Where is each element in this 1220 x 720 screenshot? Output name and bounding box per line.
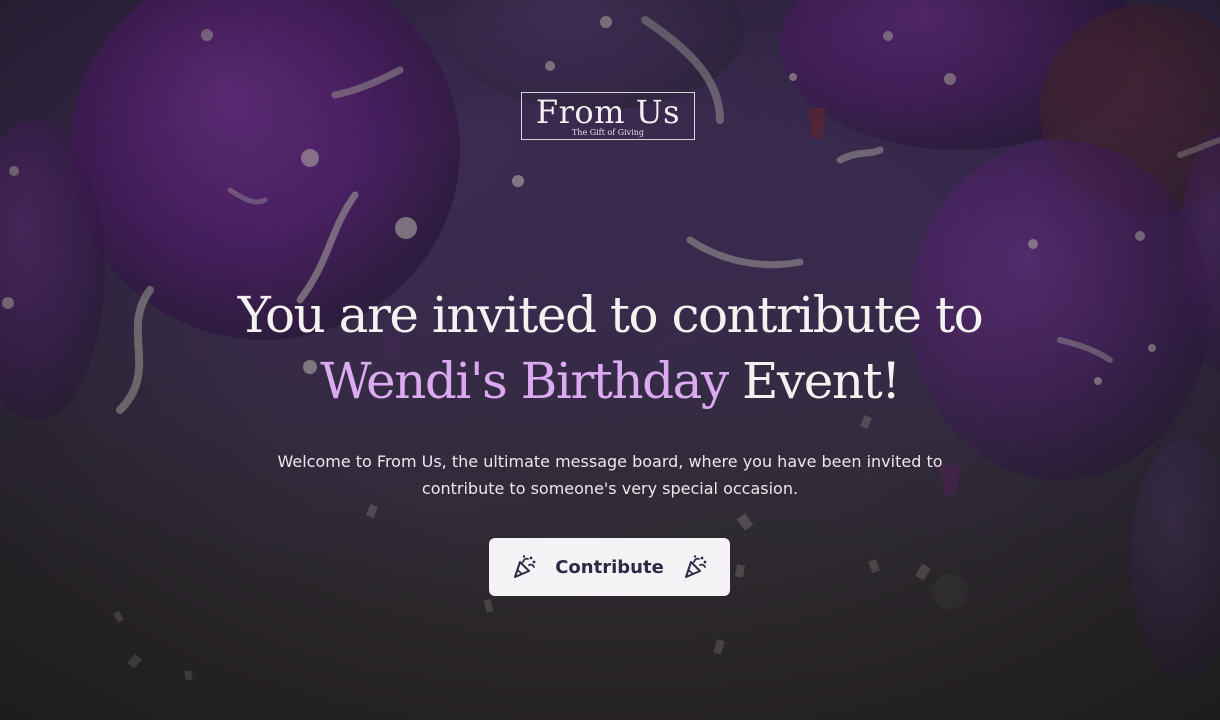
event-suffix: Event! bbox=[727, 352, 901, 410]
contribute-button[interactable]: Contribute bbox=[489, 538, 730, 596]
title-line-1: You are invited to contribute to bbox=[237, 286, 984, 344]
party-popper-icon bbox=[684, 555, 707, 578]
welcome-description: Welcome to From Us, the ultimate message… bbox=[277, 452, 943, 498]
contribute-label: Contribute bbox=[555, 556, 664, 578]
logo-title: From Us bbox=[535, 93, 681, 131]
page-title: You are invited to contribute to Wendi's… bbox=[150, 282, 1070, 414]
event-name: Wendi's Birthday bbox=[320, 352, 729, 410]
from-us-logo: From Us The Gift of Giving bbox=[521, 92, 695, 140]
party-popper-icon bbox=[514, 555, 536, 578]
